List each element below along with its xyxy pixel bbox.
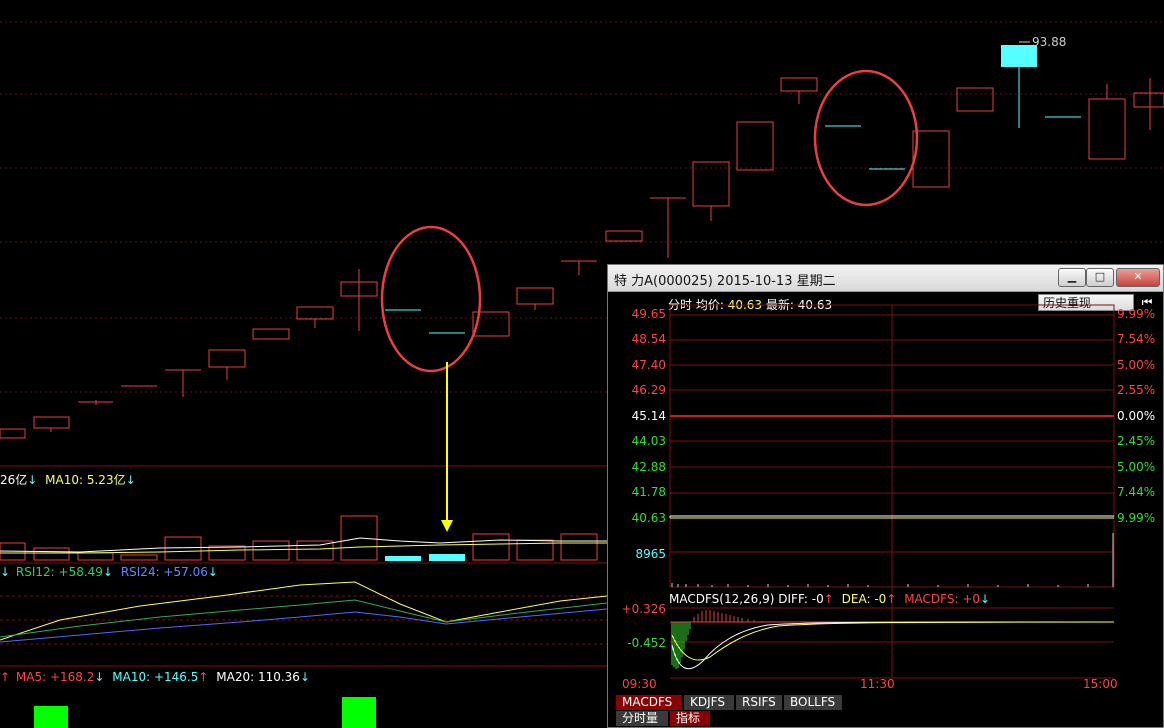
up-arrow-icon: ↑ bbox=[198, 670, 209, 684]
candle bbox=[0, 428, 26, 439]
price-tick: 45.14 bbox=[631, 409, 666, 423]
macd-tick: -0.452 bbox=[627, 636, 666, 650]
price-tick: 48.54 bbox=[631, 332, 666, 346]
intraday-popup-window[interactable]: 特 力A(000025) 2015-10-13 星期二 ▁ □ ✕ 分时 均价:… bbox=[607, 264, 1164, 728]
price-tick: 46.29 bbox=[631, 383, 666, 397]
candle bbox=[692, 161, 730, 207]
ma5-label: MA5: +168.2 bbox=[15, 670, 95, 684]
pct-tick: 9.99% bbox=[1117, 511, 1156, 525]
candle bbox=[516, 287, 554, 305]
ma20-label: MA20: 110.36 bbox=[216, 670, 300, 684]
tab-intraday-volume[interactable]: 分时量 bbox=[616, 711, 668, 726]
up-arrow-icon: ↑ bbox=[886, 592, 897, 606]
candle bbox=[252, 328, 290, 340]
macd-positive-bars bbox=[693, 610, 763, 622]
macd-name: MACDFS(12,26,9) bbox=[669, 592, 775, 606]
rsi24-label: RSI24: +57.06 bbox=[120, 565, 208, 579]
candle bbox=[912, 130, 950, 188]
price-tick: 47.40 bbox=[631, 358, 666, 372]
price-tick: 49.65 bbox=[631, 307, 666, 321]
pct-tick: 7.44% bbox=[1117, 485, 1156, 499]
candle bbox=[605, 230, 643, 242]
macd-legend: MACDFS(12,26,9) DIFF: -0↑ DEA: -0↑ MACDF… bbox=[669, 592, 990, 606]
arrow-head bbox=[441, 520, 453, 532]
time-tick: 15:00 bbox=[1083, 677, 1118, 691]
pct-tick: 2.45% bbox=[1117, 434, 1156, 448]
candle bbox=[208, 349, 246, 368]
highlight-circle bbox=[813, 69, 919, 207]
macd-value: MACDFS: +0 bbox=[904, 592, 981, 606]
tab-kdjfs[interactable]: KDJFS bbox=[684, 695, 734, 710]
macd-negative-bars bbox=[671, 622, 691, 669]
tab-indicator[interactable]: 指标 bbox=[670, 711, 710, 726]
rsi-line bbox=[0, 608, 608, 643]
volume-bar bbox=[429, 554, 465, 561]
pct-tick: 9.99% bbox=[1117, 307, 1156, 321]
high-price-label: 93.88 bbox=[1032, 35, 1067, 49]
price-tick: 44.03 bbox=[631, 434, 666, 448]
rsi-line bbox=[0, 581, 608, 641]
rsi-legend: ↓ RSI12: +58.49↓ RSI24: +57.06↓ bbox=[0, 565, 218, 579]
candle bbox=[33, 416, 70, 429]
price-tick: 40.63 bbox=[631, 511, 666, 525]
diff-line bbox=[671, 621, 1115, 670]
down-arrow-icon: ↓ bbox=[27, 473, 38, 487]
price-tick: 42.88 bbox=[631, 460, 666, 474]
volume-tick: 8965 bbox=[635, 547, 666, 561]
pct-tick: 2.55% bbox=[1117, 383, 1156, 397]
down-arrow-icon: ↓ bbox=[102, 565, 113, 579]
up-arrow-icon: ↑ bbox=[0, 670, 11, 684]
volume-legend: 26亿↓ MA10: 5.23亿↓ bbox=[0, 471, 136, 488]
candle bbox=[736, 121, 774, 171]
tab-bollfs[interactable]: BOLLFS bbox=[784, 695, 842, 710]
ma-legend: ↑ MA5: +168.2↓ MA10: +146.5↑ MA20: 110.3… bbox=[0, 670, 310, 684]
pct-tick: 0.00% bbox=[1117, 409, 1156, 423]
tab-macdfs[interactable]: MACDFS bbox=[616, 695, 682, 710]
macd-tick: +0.326 bbox=[621, 602, 666, 616]
down-arrow-icon: ↓ bbox=[207, 565, 218, 579]
time-tick: 09:30 bbox=[622, 677, 657, 691]
down-arrow-icon: ↓ bbox=[94, 670, 105, 684]
pct-tick: 7.54% bbox=[1117, 332, 1156, 346]
candle bbox=[1088, 98, 1126, 160]
vol-legend-prefix: 26亿 bbox=[0, 473, 28, 487]
volume-bars bbox=[0, 515, 598, 561]
down-arrow-icon: ↓ bbox=[980, 592, 991, 606]
down-arrow-icon: ↓ bbox=[299, 670, 310, 684]
volume-bar bbox=[385, 556, 421, 561]
tab-rsifs[interactable]: RSIFS bbox=[736, 695, 782, 710]
dea-line bbox=[671, 621, 1115, 661]
price-tick: 41.78 bbox=[631, 485, 666, 499]
intraday-chart bbox=[669, 304, 1115, 679]
macd-dea: DEA: -0 bbox=[841, 592, 887, 606]
time-tick: 11:30 bbox=[860, 677, 895, 691]
down-arrow-icon: ↓ bbox=[0, 565, 11, 579]
vol-ma-line bbox=[0, 537, 607, 553]
ma10-label: MA10: +146.5 bbox=[112, 670, 199, 684]
rsi-line bbox=[0, 599, 608, 638]
candle bbox=[956, 87, 994, 112]
rsi12-label: RSI12: +58.49 bbox=[15, 565, 103, 579]
candle bbox=[780, 77, 818, 92]
pct-tick: 5.00% bbox=[1117, 460, 1156, 474]
highlight-circle bbox=[380, 225, 482, 373]
vol-ma10-label: MA10: 5.23亿 bbox=[45, 473, 126, 487]
pct-tick: 5.00% bbox=[1117, 358, 1156, 372]
indicator-bar bbox=[34, 706, 68, 728]
macd-diff: DIFF: -0 bbox=[778, 592, 824, 606]
indicator-bar bbox=[342, 697, 376, 728]
candle bbox=[1133, 92, 1164, 108]
candle bbox=[296, 306, 334, 320]
up-arrow-icon: ↑ bbox=[823, 592, 834, 606]
down-arrow-icon: ↓ bbox=[125, 473, 136, 487]
